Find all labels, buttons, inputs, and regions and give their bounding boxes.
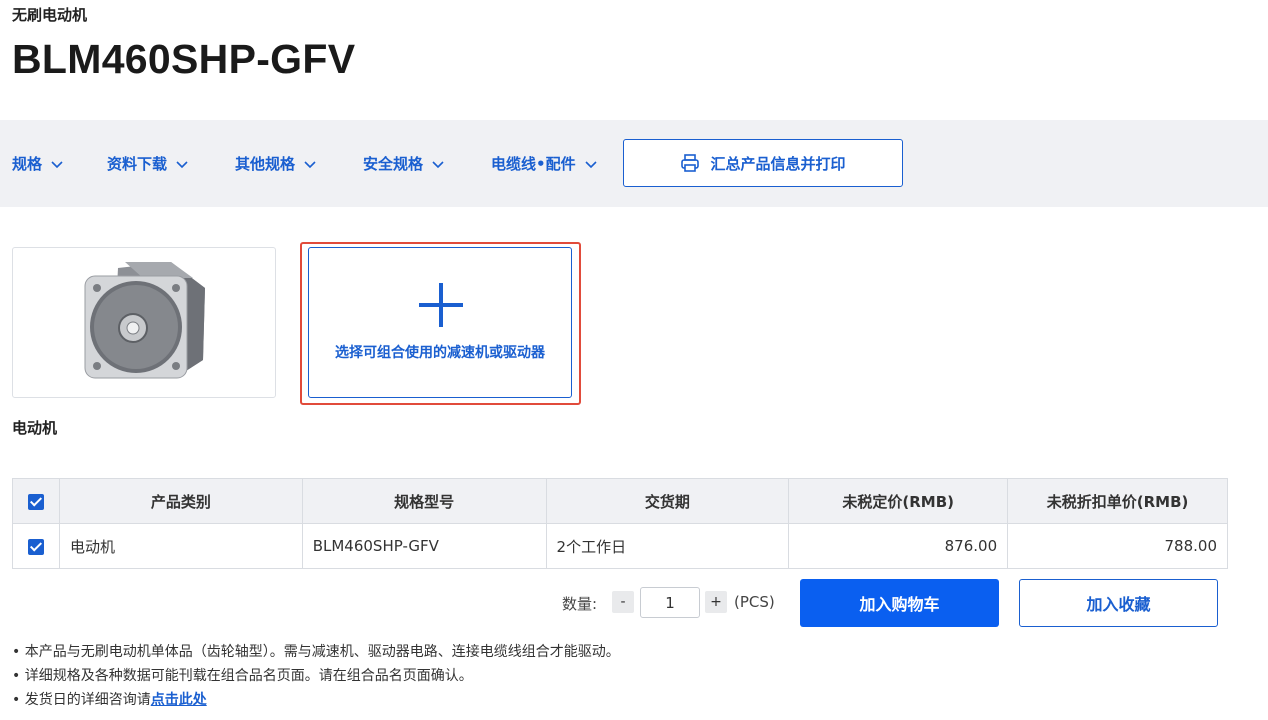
cell-unit-price: 788.00 [1007, 523, 1228, 569]
print-summary-button[interactable]: 汇总产品信息并打印 [623, 139, 903, 187]
quantity-label: 数量: [562, 595, 598, 613]
section-label-motor: 电动机 [12, 419, 58, 437]
select-all-cell [12, 478, 60, 524]
notes-list: • 本产品与无刷电动机单体品（齿轮轴型）。需与减速机、驱动器电路、连接电缆线组合… [12, 640, 620, 712]
nav-cables-accessories[interactable]: 电缆线•配件 [491, 153, 598, 174]
product-table: 产品类别 规格型号 交货期 未税定价(RMB) 未税折扣单价(RMB) 电动机 … [12, 478, 1228, 569]
select-combination-button[interactable]: 选择可组合使用的减速机或驱动器 [308, 247, 572, 398]
note-item: • 详细规格及各种数据可能刊载在组合品名页面。请在组合品名页面确认。 [12, 668, 473, 684]
motor-image [84, 262, 205, 379]
cell-delivery: 2个工作日 [545, 523, 790, 569]
chevron-down-icon [432, 160, 444, 168]
print-summary-label: 汇总产品信息并打印 [710, 154, 846, 173]
cell-list-price: 876.00 [788, 523, 1009, 569]
nav-safety-specs[interactable]: 安全规格 [363, 153, 445, 174]
quantity-unit: (PCS) [734, 593, 775, 611]
row-select-cell [12, 523, 60, 569]
quantity-increment-button[interactable]: + [705, 591, 727, 613]
chevron-down-icon [585, 160, 597, 168]
chevron-down-icon [51, 160, 63, 168]
product-image[interactable] [12, 247, 276, 398]
nav-other-specs-label: 其他规格 [235, 155, 296, 173]
cell-model: BLM460SHP-GFV [301, 523, 547, 569]
select-combination-label: 选择可组合使用的减速机或驱动器 [335, 345, 545, 361]
add-to-cart-button[interactable]: 加入购物车 [800, 579, 999, 627]
product-nav-bar: 规格 资料下载 其他规格 安全规格 电缆线•配件 汇总产品信息并打印 [0, 120, 1268, 207]
table-header-row: 产品类别 规格型号 交货期 未税定价(RMB) 未税折扣单价(RMB) [12, 478, 1228, 524]
nav-other-specs[interactable]: 其他规格 [235, 153, 317, 174]
note-text: • 发货日的详细咨询请 [12, 692, 151, 708]
quantity-decrement-button[interactable]: - [612, 591, 634, 613]
note-item: • 发货日的详细咨询请点击此处 [12, 688, 620, 712]
nav-specs-label: 规格 [12, 155, 43, 173]
col-header-delivery: 交货期 [545, 478, 790, 524]
printer-icon [681, 154, 700, 172]
quantity-input[interactable] [640, 587, 700, 618]
nav-cables-label: 电缆线•配件 [491, 155, 576, 173]
nav-downloads[interactable]: 资料下载 [107, 153, 189, 174]
nav-safety-specs-label: 安全规格 [363, 155, 424, 173]
col-header-category: 产品类别 [58, 478, 303, 524]
nav-specs[interactable]: 规格 [12, 153, 64, 174]
col-header-list-price: 未税定价(RMB) [788, 478, 1009, 524]
nav-downloads-label: 资料下载 [107, 155, 168, 173]
row-checkbox[interactable] [27, 538, 44, 555]
delivery-inquiry-link[interactable]: 点击此处 [151, 692, 207, 708]
plus-icon [419, 283, 463, 327]
chevron-down-icon [176, 160, 188, 168]
table-row: 电动机 BLM460SHP-GFV 2个工作日 876.00 788.00 [12, 523, 1228, 569]
col-header-model: 规格型号 [301, 478, 547, 524]
add-to-favorites-button[interactable]: 加入收藏 [1019, 579, 1218, 627]
product-category: 无刷电动机 [12, 6, 88, 24]
col-header-unit-price: 未税折扣单价(RMB) [1007, 478, 1228, 524]
page-title: BLM460SHP-GFV [12, 36, 356, 82]
chevron-down-icon [304, 160, 316, 168]
cell-category: 电动机 [58, 523, 303, 569]
note-item: • 本产品与无刷电动机单体品（齿轮轴型）。需与减速机、驱动器电路、连接电缆线组合… [12, 644, 620, 660]
select-all-checkbox[interactable] [27, 493, 44, 510]
